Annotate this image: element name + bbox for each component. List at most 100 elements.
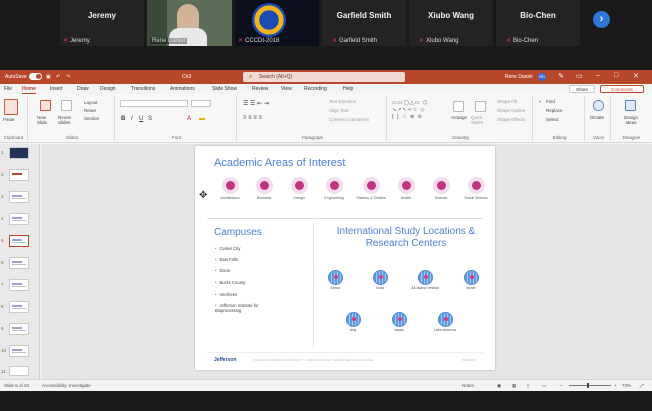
slide-thumbnail[interactable]	[9, 147, 29, 159]
thumb-number: 3	[1, 194, 4, 199]
slide-thumbnail[interactable]	[9, 169, 29, 181]
convert-smartart-button[interactable]: Convert to SmartArt	[329, 117, 369, 122]
minimize-icon[interactable]: –	[596, 72, 600, 79]
select-button[interactable]: Select	[546, 117, 559, 122]
shape-outline-button[interactable]: Shape Outline	[497, 108, 526, 113]
notes-button[interactable]: Notes	[462, 383, 474, 388]
slide-5[interactable]: Academic Areas of Interest Architecture …	[195, 146, 495, 370]
bullets-icon[interactable]: ☰ ☰ ⇤ ⇥	[243, 100, 269, 107]
comments-button[interactable]: Comments	[600, 85, 644, 93]
slide-thumbnail[interactable]	[9, 191, 29, 203]
participant-tile-bio-chen[interactable]: Bio-Chen ✕ Bio-Chen	[496, 0, 580, 46]
redo-icon[interactable]: ↷	[66, 74, 70, 80]
text-direction-button[interactable]: Text Direction	[329, 99, 356, 104]
reset-button[interactable]: Reset	[84, 108, 96, 113]
tab-insert[interactable]: Insert	[50, 86, 63, 92]
slide-sorter-icon[interactable]: ▦	[512, 383, 516, 389]
new-slide-label[interactable]: New Slide	[37, 115, 55, 125]
user-name[interactable]: Rene Daniel	[505, 74, 533, 80]
highlight-icon[interactable]: ▬	[199, 116, 205, 122]
microphone-icon[interactable]	[593, 100, 604, 111]
normal-view-icon[interactable]: ▣	[497, 383, 501, 389]
participant-tile-jeremy[interactable]: Jeremy ✕ Jeremy	[60, 0, 144, 46]
search-input[interactable]: ⌕ Search (Alt+Q)	[243, 72, 405, 82]
tab-slide-show[interactable]: Slide Show	[212, 86, 237, 92]
academic-areas-title: Academic Areas of Interest	[214, 157, 346, 169]
bold-icon[interactable]: B	[121, 116, 125, 122]
slide-thumbnail[interactable]	[9, 366, 29, 376]
quick-styles-label[interactable]: Quick Styles	[471, 115, 491, 125]
slide-thumbnail-active[interactable]	[9, 235, 29, 247]
arrange-icon[interactable]	[453, 101, 464, 112]
autosave-toggle[interactable]	[29, 73, 42, 80]
slide-thumbnail[interactable]	[9, 301, 29, 313]
slideshow-icon[interactable]: ▭	[542, 383, 546, 389]
paste-icon[interactable]	[4, 99, 18, 115]
reading-view-icon[interactable]: ▯	[527, 383, 529, 389]
tab-animations[interactable]: Animations	[170, 86, 195, 92]
slide-footer-right: PRESENT	[462, 358, 477, 362]
tab-recording[interactable]: Recording	[304, 86, 327, 92]
design-ideas-icon[interactable]	[625, 100, 636, 111]
save-icon[interactable]: ▣	[46, 74, 51, 80]
arrange-label[interactable]: Arrange	[451, 115, 467, 120]
zoom-slider[interactable]	[569, 385, 611, 386]
tab-home[interactable]: Home	[22, 86, 36, 94]
participant-tile-garfield-smith[interactable]: Garfield Smith ✕ Garfield Smith	[322, 0, 406, 46]
replace-button[interactable]: Replace	[546, 108, 563, 113]
font-color-icon[interactable]: A	[187, 116, 191, 122]
location-africa: Africa	[319, 270, 351, 290]
tab-draw[interactable]: Draw	[77, 86, 89, 92]
participant-tile-xiubo-wang[interactable]: Xiubo Wang ✕ Xiubo Wang	[409, 0, 493, 46]
slide-thumbnail[interactable]	[9, 345, 29, 357]
tab-file[interactable]: File	[4, 86, 12, 92]
share-button[interactable]: Share	[569, 85, 595, 93]
zoom-slider-handle[interactable]	[587, 383, 589, 388]
undo-icon[interactable]: ↶	[56, 74, 60, 80]
accessibility-status[interactable]: Accessibility: Investigate	[42, 383, 91, 388]
zoom-in-icon[interactable]: +	[614, 383, 617, 388]
layout-button[interactable]: Layout	[84, 100, 98, 105]
avatar[interactable]: RD	[538, 73, 546, 81]
align-text-button[interactable]: Align Text	[329, 108, 348, 113]
slide-thumbnail[interactable]	[9, 323, 29, 335]
slide-thumbnail[interactable]	[9, 213, 29, 225]
pen-icon[interactable]: ✎	[558, 72, 564, 80]
tab-review[interactable]: Review	[252, 86, 268, 92]
font-size-input[interactable]	[191, 100, 211, 107]
shape-effects-button[interactable]: Shape Effects	[497, 117, 525, 122]
close-icon[interactable]: ✕	[633, 72, 639, 80]
zoom-out-icon[interactable]: –	[560, 383, 563, 388]
participant-tile-rene-daniel[interactable]: Rene Daniel	[147, 0, 232, 46]
reuse-slides-label[interactable]: Reuse Slides	[58, 115, 78, 125]
tab-design[interactable]: Design	[100, 86, 116, 92]
fit-slide-icon[interactable]: ⤢	[640, 383, 644, 388]
dna-icon	[432, 177, 450, 194]
design-ideas-label[interactable]: Design Ideas	[618, 115, 644, 125]
tab-transitions[interactable]: Transitions	[131, 86, 155, 92]
quick-styles-icon[interactable]	[475, 101, 486, 112]
slide-thumbnail[interactable]	[9, 257, 29, 269]
underline-icon[interactable]: U	[139, 116, 143, 122]
maximize-icon[interactable]: □	[614, 72, 618, 79]
font-name-input[interactable]	[120, 100, 188, 107]
find-button[interactable]: Find	[546, 99, 555, 104]
tab-help[interactable]: Help	[343, 86, 353, 92]
align-icons[interactable]: ≡ ≡ ≡ ≡	[243, 115, 262, 121]
italic-icon[interactable]: I	[131, 116, 133, 122]
new-slide-icon[interactable]	[40, 100, 51, 111]
globe-icon	[437, 312, 453, 327]
tab-view[interactable]: View	[281, 86, 292, 92]
slide-thumbnail[interactable]	[9, 279, 29, 291]
palette-icon	[290, 177, 308, 194]
shapes-gallery[interactable]: ▭▭◯△▭ ⬡ ↘↗↖⇨☆ ◇{ } ☆ ⊕ ⊖	[392, 100, 448, 130]
ribbon-display-icon[interactable]: ▭	[576, 72, 583, 80]
zoom-level[interactable]: 73%	[622, 383, 631, 388]
dictate-label[interactable]: Dictate	[590, 115, 604, 120]
shape-fill-button[interactable]: Shape Fill	[497, 99, 517, 104]
section-button[interactable]: Section	[84, 116, 99, 121]
strikethrough-icon[interactable]: S	[148, 116, 152, 122]
next-participants-button[interactable]: ›	[593, 11, 610, 28]
reuse-slides-icon[interactable]	[61, 100, 72, 111]
participant-tile-cccdi[interactable]: ✕ CCCDI-2018	[235, 0, 319, 46]
